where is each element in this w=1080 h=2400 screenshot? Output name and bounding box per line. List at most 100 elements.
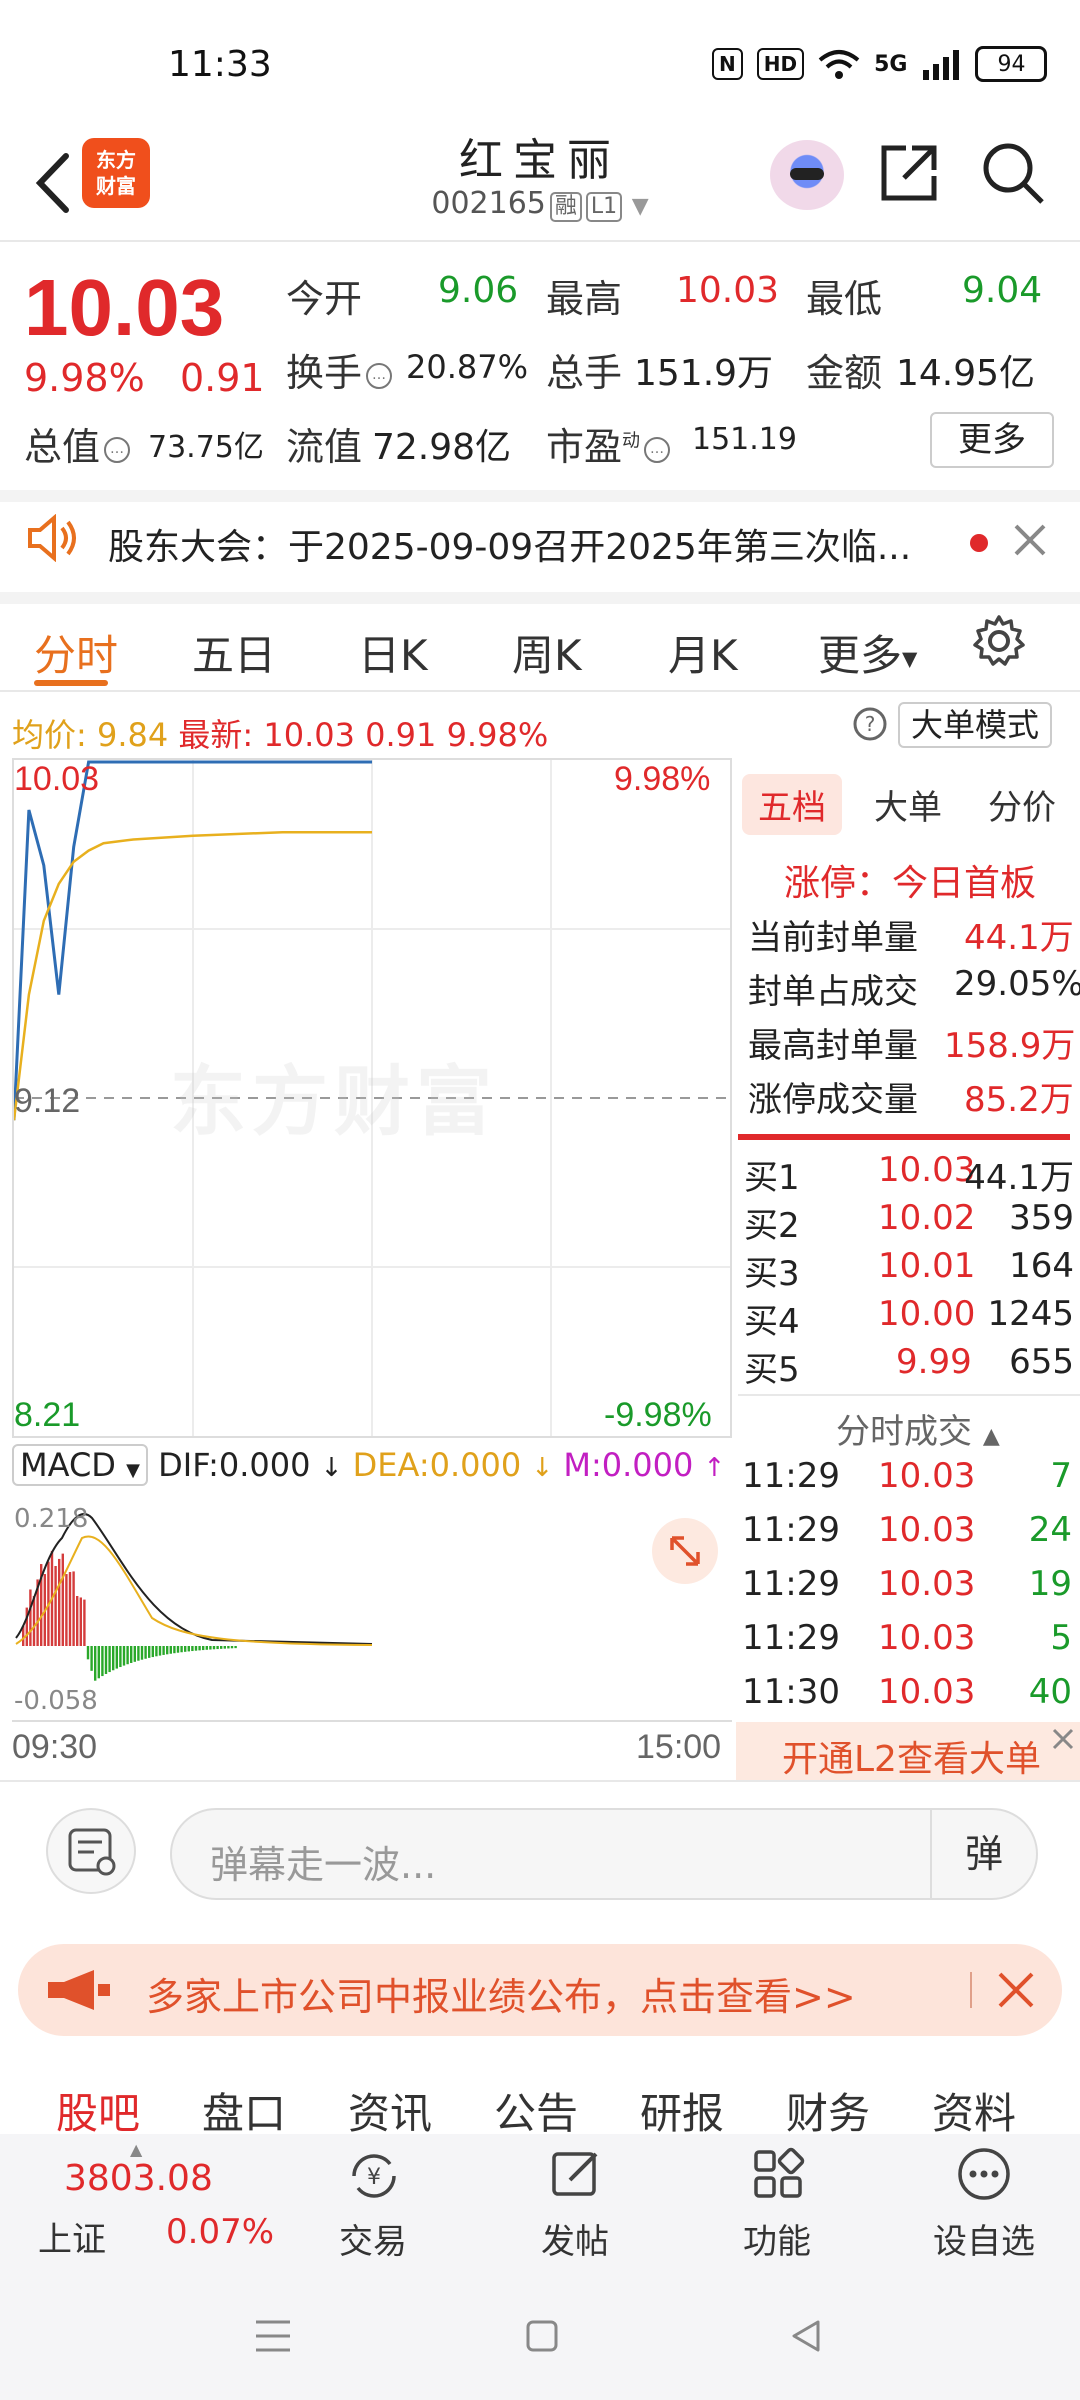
trade-row: 11:29 10.03 19 (738, 1564, 1078, 1618)
macd-bar (130, 1646, 133, 1663)
dropdown-icon[interactable]: ▼ (632, 194, 649, 219)
macd-bar (220, 1646, 223, 1649)
trade-price: 10.03 (878, 1618, 976, 1658)
tab-profile[interactable]: 资料 (932, 2080, 1016, 2141)
stat-label-1: 封单占成交 (748, 972, 918, 1012)
bid-volume: 44.1万 (964, 1158, 1074, 1198)
danmu-input[interactable]: 弹幕走一波... 弹 (170, 1808, 1038, 1900)
macd-bar (58, 1558, 61, 1646)
tab-five-day[interactable]: 五日 (192, 622, 276, 683)
help-icon[interactable]: ? (852, 706, 888, 742)
y-top-label: 10.03 (14, 760, 100, 798)
tab-big-orders[interactable]: 大单 (874, 780, 942, 829)
l2-upgrade-banner[interactable]: 开通L2查看大单 (736, 1722, 1080, 1780)
share-icon[interactable] (876, 140, 942, 206)
tab-daily-k[interactable]: 日K (358, 622, 428, 683)
tab-weekly-k[interactable]: 周K (512, 622, 582, 683)
macd-bar (61, 1553, 64, 1646)
tab-forum[interactable]: 股吧 (56, 2080, 140, 2141)
macd-bar (144, 1646, 147, 1659)
tab-intraday[interactable]: 分时 (34, 622, 118, 683)
tab-underline (34, 680, 108, 686)
macd-bar (86, 1646, 90, 1660)
stat-value-0: 44.1万 (964, 918, 1074, 958)
nav-post[interactable]: 发帖 (520, 2134, 630, 2270)
macd-bar (202, 1646, 205, 1651)
tab-monthly-k[interactable]: 月K (668, 622, 738, 683)
low-label: 最低 (806, 277, 883, 321)
nav-add-watchlist-label: 设自选 (933, 2222, 1035, 2262)
danmu-settings-icon (68, 1828, 116, 1876)
nav-trade[interactable]: ¥ 交易 (318, 2134, 428, 2270)
macd-bar (194, 1646, 198, 1651)
macd-bar (230, 1646, 234, 1649)
nav-functions-label: 功能 (743, 2222, 811, 2262)
stock-code: 002165 (431, 186, 546, 221)
info-icon[interactable]: … (366, 362, 393, 389)
promo-banner[interactable]: 多家上市公司中报业绩公布，点击查看>> (18, 1944, 1062, 2036)
high-label: 最高 (546, 277, 623, 321)
battery-icon: 94 (975, 46, 1048, 82)
nav-add-watchlist[interactable]: 设自选 (914, 2134, 1054, 2270)
macd-bar (72, 1571, 75, 1646)
tab-finance[interactable]: 财务 (786, 2080, 870, 2141)
turnover-label-text: 换手 (286, 351, 363, 395)
tab-research[interactable]: 研报 (640, 2080, 724, 2141)
back-arrow-icon[interactable] (26, 148, 86, 218)
close-icon[interactable] (1050, 1726, 1076, 1752)
close-icon[interactable] (1012, 522, 1048, 558)
arrow-down-icon: ↓ (320, 1453, 343, 1483)
ai-assistant-icon[interactable] (770, 140, 844, 210)
info-icon[interactable]: … (644, 436, 671, 463)
trade-row: 11:29 10.03 5 (738, 1618, 1078, 1672)
macd-bar (148, 1646, 151, 1658)
price-info-line: 均价: 9.84 最新: 10.03 0.91 9.98% (12, 710, 548, 756)
tab-announcements[interactable]: 公告 (494, 2080, 578, 2141)
more-button[interactable]: 更多 (930, 412, 1054, 468)
trade-price: 10.03 (878, 1564, 976, 1604)
notice-text[interactable]: 股东大会：于2025-09-09召开2025年第三次临... (108, 518, 911, 570)
danmu-button[interactable]: 弹 (930, 1810, 1036, 1898)
tab-news[interactable]: 资讯 (348, 2080, 432, 2141)
bid-price: 9.99 (896, 1342, 972, 1382)
x-start-label: 09:30 (12, 1728, 98, 1766)
home-icon[interactable] (522, 2316, 562, 2356)
big-order-mode-button[interactable]: 大单模式 (898, 702, 1052, 748)
macd-bar (169, 1646, 172, 1654)
tab-more[interactable]: 更多▼ (818, 622, 917, 683)
turnover-label: 换手… (286, 342, 396, 397)
close-icon[interactable] (994, 1968, 1038, 2012)
macd-bar (76, 1596, 79, 1646)
macd-bar (191, 1646, 194, 1652)
danmu-settings-button[interactable] (46, 1808, 136, 1894)
trades-header[interactable]: 分时成交 ▲ (836, 1404, 1000, 1453)
latest-change: 0.91 (365, 716, 437, 754)
index-ticker[interactable]: ▲ 3803.08 上证 0.07% (0, 2134, 290, 2270)
tab-five-levels[interactable]: 五档 (742, 774, 842, 835)
trade-price: 10.03 (878, 1510, 976, 1550)
megaphone-icon (48, 1970, 110, 2010)
order-book-divider (738, 1134, 1070, 1140)
low-value: 9.04 (962, 270, 1043, 311)
back-icon[interactable] (786, 2316, 826, 2356)
indicator-select[interactable]: MACD ▼ (12, 1444, 148, 1486)
search-icon[interactable] (980, 140, 1046, 206)
expand-button[interactable] (652, 1518, 718, 1584)
latest-value: 10.03 (263, 716, 355, 754)
mktcap-label: 总值… (24, 416, 134, 471)
pe-label-text: 市盈 (546, 425, 623, 469)
nav-functions[interactable]: 功能 (722, 2134, 832, 2270)
tab-price-distribution[interactable]: 分价 (988, 780, 1056, 829)
macd-chart[interactable] (12, 1498, 732, 1720)
menu-icon[interactable] (252, 2316, 294, 2356)
avg-value: 9.84 (96, 716, 169, 754)
settings-gear-icon[interactable] (972, 614, 1026, 668)
info-icon[interactable]: … (104, 436, 131, 463)
signal-icon (923, 50, 960, 80)
trade-volume: 24 (1028, 1510, 1072, 1550)
macd-bar (173, 1646, 176, 1654)
tab-order-book[interactable]: 盘口 (202, 2080, 286, 2141)
macd-bar (65, 1574, 68, 1646)
macd-bar (212, 1646, 216, 1650)
chart-bottom-divider (0, 1780, 1080, 1782)
